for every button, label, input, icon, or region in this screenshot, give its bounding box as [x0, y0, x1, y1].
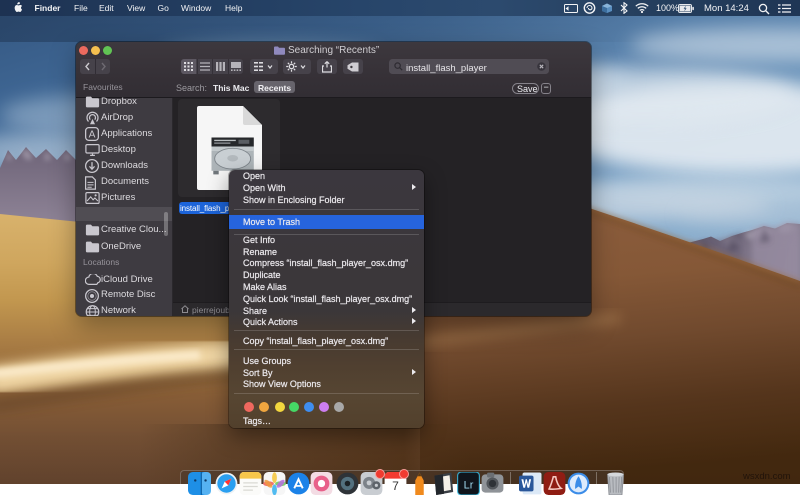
svg-text:A: A	[88, 130, 95, 141]
svg-text:7: 7	[392, 479, 399, 493]
svg-text:Lr: Lr	[463, 479, 473, 491]
